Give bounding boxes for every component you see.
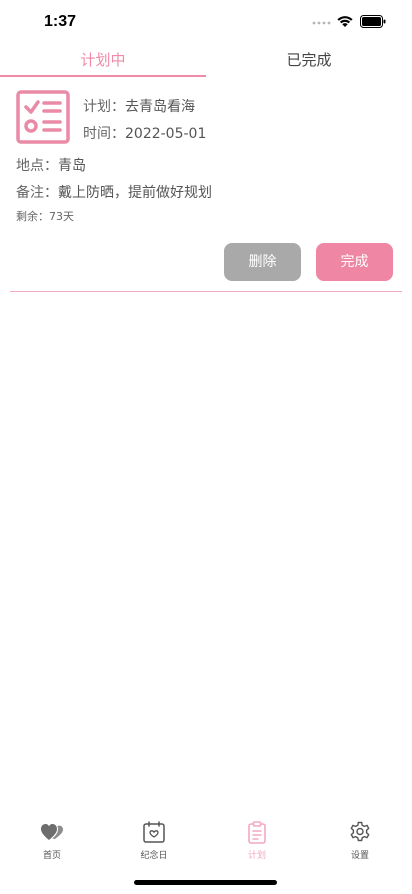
- plan-card: 计划：去青岛看海 时间：2022-05-01 地点：青岛 备注：戴上防晒，提前做…: [0, 84, 412, 294]
- nav-label-anniversary: 纪念日: [140, 851, 168, 861]
- status-time: 1:37: [44, 13, 77, 30]
- status-bar: 1:37: [0, 0, 412, 44]
- hearts-icon: [41, 824, 63, 840]
- nav-label-home: 首页: [42, 851, 61, 861]
- home-indicator: [134, 880, 277, 885]
- plan-location-value: 青岛: [58, 158, 86, 174]
- nav-item-plan[interactable]: 计划: [217, 812, 297, 862]
- plan-title-value: 去青岛看海: [125, 99, 195, 115]
- tab-completed[interactable]: 已完成: [206, 44, 412, 78]
- calendar-heart-icon: [143, 821, 165, 843]
- battery-icon: [360, 15, 386, 28]
- active-tab-indicator: [0, 75, 206, 77]
- plan-remaining-value: 73天: [49, 210, 74, 223]
- plan-title-label: 计划：: [83, 99, 125, 115]
- plan-date-label: 时间：: [83, 126, 125, 142]
- bottom-tab-bar: 首页 纪念日 计划 设置: [0, 812, 412, 862]
- nav-label-plan: 计划: [247, 851, 266, 861]
- plan-location-row: 地点：青岛: [16, 155, 86, 175]
- plan-remaining-label: 剩余：: [16, 210, 49, 223]
- gear-icon: [350, 821, 370, 842]
- plan-tabs: 计划中 已完成: [0, 44, 412, 78]
- nav-label-settings: 设置: [350, 851, 369, 861]
- plan-note-value: 戴上防晒，提前做好规划: [58, 185, 212, 201]
- nav-item-settings[interactable]: 设置: [320, 812, 400, 862]
- wifi-icon: [337, 16, 353, 27]
- plan-remaining: 剩余：73天: [16, 208, 74, 224]
- nav-item-home[interactable]: 首页: [12, 812, 92, 862]
- plan-date-value: 2022-05-01: [125, 126, 207, 142]
- tab-in-progress[interactable]: 计划中: [0, 44, 206, 78]
- nav-item-anniversary[interactable]: 纪念日: [114, 812, 194, 862]
- checklist-icon: [16, 90, 70, 144]
- cellular-signal-icon: [312, 21, 331, 25]
- plan-title-row: 计划：去青岛看海: [83, 96, 195, 116]
- plan-date-row: 时间：2022-05-01: [83, 123, 206, 143]
- plan-note-row: 备注：戴上防晒，提前做好规划: [16, 182, 212, 202]
- card-divider: [10, 291, 402, 292]
- complete-button[interactable]: 完成: [316, 243, 393, 281]
- plan-location-label: 地点：: [16, 158, 58, 174]
- clipboard-icon: [248, 821, 266, 844]
- plan-note-label: 备注：: [16, 185, 58, 201]
- delete-button[interactable]: 删除: [224, 243, 301, 281]
